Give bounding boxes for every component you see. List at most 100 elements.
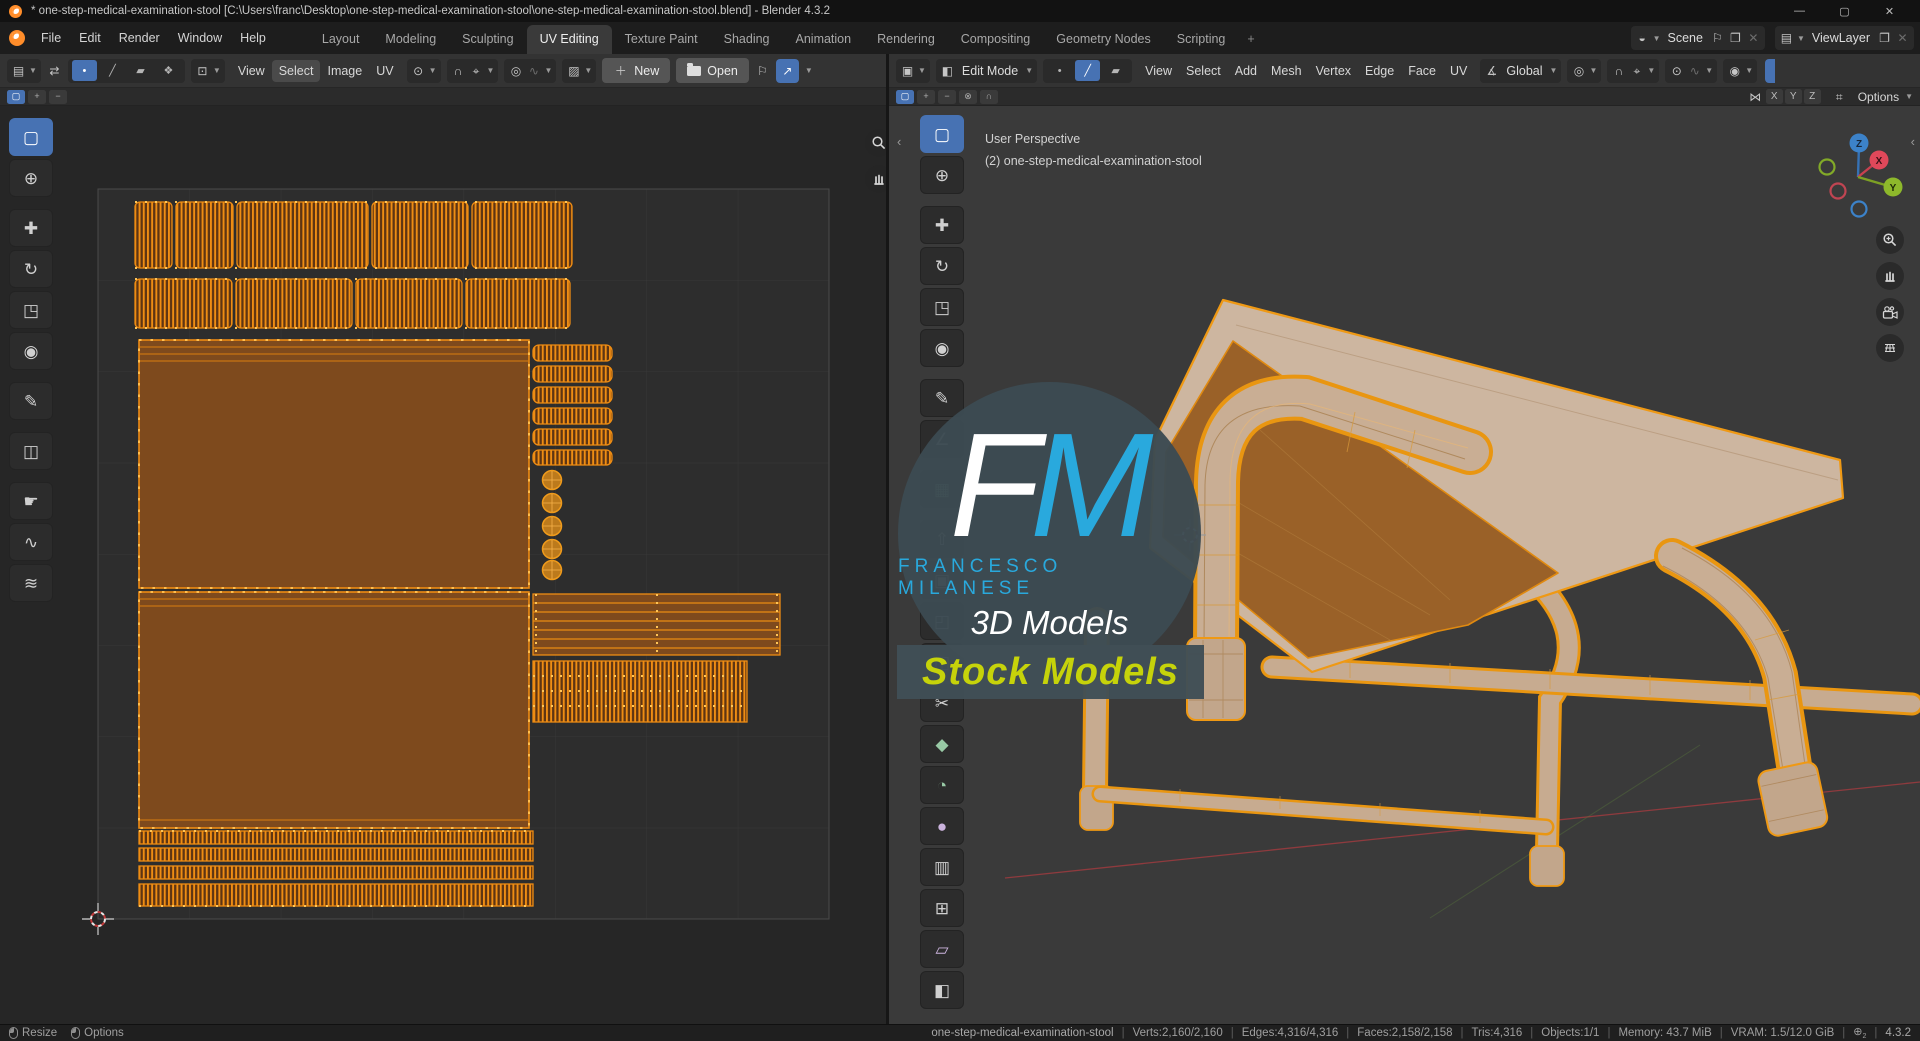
uv-island-band2[interactable] xyxy=(134,278,571,329)
uv-proportional-editing-group[interactable]: ◎ ∿ ▼ xyxy=(504,58,557,83)
collapse-arrow-left[interactable]: ‹ xyxy=(897,134,901,149)
tab-modeling[interactable]: Modeling xyxy=(372,25,449,54)
viewport-camera-button[interactable] xyxy=(1876,298,1904,326)
vp-menu-vertex[interactable]: Vertex xyxy=(1309,60,1358,82)
uv-pan-button[interactable] xyxy=(865,165,886,193)
vp-tool-move[interactable]: ✚ xyxy=(920,206,964,244)
viewport-editor-type-dropdown[interactable]: ▣ ▼ xyxy=(896,58,930,83)
gizmo-minus-x-ball[interactable] xyxy=(1829,182,1847,200)
uv-snapping-group[interactable]: ∩ ⌖ ▼ xyxy=(446,58,499,83)
uv-tool-rip-region[interactable]: ◫ xyxy=(9,432,53,470)
viewport-pan-button[interactable] xyxy=(1876,262,1904,290)
uv-select-mode-face[interactable]: ▰ xyxy=(128,60,153,81)
scene-selector[interactable]: ◒ ▼ Scene ⚐ ❐ ✕ xyxy=(1630,26,1765,50)
uv-sticky-selection-dropdown[interactable]: ⊡ ▼ xyxy=(190,58,225,83)
uv-tool-relax[interactable]: ∿ xyxy=(9,523,53,561)
close-button[interactable]: ✕ xyxy=(1867,0,1912,22)
uv-canvas[interactable]: ▢ ⊕ ✚ ↻ ◳ ◉ ✎ ◫ ☛ ∿ ≋ xyxy=(0,106,886,1024)
stool-model[interactable] xyxy=(1079,298,1920,887)
uv-pivot-dropdown[interactable]: ⊙ ▼ xyxy=(406,58,441,83)
view-layer-selector[interactable]: ▤ ▼ ViewLayer ❐ ✕ xyxy=(1774,26,1914,50)
menu-file[interactable]: File xyxy=(32,26,70,50)
proportional-editing-group[interactable]: ⊙ ∿ ▼ xyxy=(1665,58,1718,83)
navigation-gizmo[interactable]: Z X Y xyxy=(1814,131,1906,223)
new-view-layer-icon[interactable]: ❐ xyxy=(1877,32,1892,44)
tab-compositing[interactable]: Compositing xyxy=(948,25,1043,54)
tab-animation[interactable]: Animation xyxy=(783,25,865,54)
vp-tool-transform[interactable]: ◉ xyxy=(920,329,964,367)
menu-render[interactable]: Render xyxy=(110,26,169,50)
minimize-button[interactable]: — xyxy=(1777,0,1822,22)
network-icon[interactable]: ⊕2 xyxy=(1853,1025,1866,1040)
tab-shading[interactable]: Shading xyxy=(711,25,783,54)
uv-select-mode-edge[interactable]: ╱ xyxy=(100,60,125,81)
uv-menu-select[interactable]: Select xyxy=(271,59,321,82)
uv-tool-scale[interactable]: ◳ xyxy=(9,291,53,329)
mode-dropdown[interactable]: ◧ Edit Mode ▼ xyxy=(935,58,1038,83)
menu-edit[interactable]: Edit xyxy=(70,26,110,50)
new-scene-icon[interactable]: ❐ xyxy=(1728,32,1743,44)
uv-island-bottom-bars[interactable] xyxy=(138,830,534,907)
options-dropdown[interactable]: Options xyxy=(1858,90,1899,104)
overlays-toggle[interactable] xyxy=(1765,58,1776,83)
uv-menu-view[interactable]: View xyxy=(231,60,272,82)
vp-menu-view[interactable]: View xyxy=(1138,60,1179,82)
mirror-x-toggle[interactable]: X xyxy=(1765,89,1783,104)
scene-name[interactable]: Scene xyxy=(1663,31,1706,45)
vp-tool-rip-region[interactable]: ◧ xyxy=(920,971,964,1009)
vp-menu-mesh[interactable]: Mesh xyxy=(1264,60,1309,82)
tab-rendering[interactable]: Rendering xyxy=(864,25,948,54)
uv-island-band-a[interactable] xyxy=(532,593,781,656)
vp-tool-shrink-fatten[interactable]: ⊞ xyxy=(920,889,964,927)
viewport-grid-button[interactable] xyxy=(1876,334,1904,362)
uv-tool-mode-subtract[interactable]: − xyxy=(49,89,67,104)
vp-tool-mode-set[interactable]: ▢ xyxy=(896,89,914,104)
uv-gizmos-toggle[interactable]: ↗ xyxy=(775,58,799,83)
vp-tool-smooth[interactable]: ● xyxy=(920,807,964,845)
blender-menu-icon[interactable] xyxy=(8,29,26,47)
uv-tool-rotate[interactable]: ↻ xyxy=(9,250,53,288)
vp-tool-mode-intersect[interactable]: ∩ xyxy=(980,89,998,104)
transform-orientation-dropdown[interactable]: ∡ Global ▼ xyxy=(1480,58,1562,83)
uv-tool-2d-cursor[interactable]: ⊕ xyxy=(9,159,53,197)
snapping-group[interactable]: ∩ ⌖ ▼ xyxy=(1607,58,1660,83)
uv-island-band1[interactable] xyxy=(134,201,573,269)
vp-select-mode-face[interactable]: ▰ xyxy=(1103,60,1128,81)
uv-select-mode-vertex[interactable]: • xyxy=(71,60,97,81)
menu-help[interactable]: Help xyxy=(231,26,275,50)
vp-tool-mode-invert[interactable]: ⊗ xyxy=(959,89,977,104)
vp-tool-select-box[interactable]: ▢ xyxy=(920,115,964,153)
uv-select-mode-island[interactable]: ❖ xyxy=(156,60,181,81)
uv-editor-type-dropdown[interactable]: ▤ ▼ xyxy=(7,58,41,83)
maximize-button[interactable]: ▢ xyxy=(1822,0,1867,22)
menu-window[interactable]: Window xyxy=(169,26,231,50)
tab-sculpting[interactable]: Sculpting xyxy=(449,25,526,54)
view-layer-name[interactable]: ViewLayer xyxy=(1808,31,1874,45)
tab-texture-paint[interactable]: Texture Paint xyxy=(612,25,711,54)
vp-select-mode-edge[interactable]: ╱ xyxy=(1075,60,1101,81)
uv-menu-image[interactable]: Image xyxy=(320,60,369,82)
uv-island-seat-bottom[interactable] xyxy=(138,591,530,829)
uv-tool-pinch[interactable]: ≋ xyxy=(9,564,53,602)
uv-tool-select-box[interactable]: ▢ xyxy=(9,118,53,156)
uv-tool-mode-set[interactable]: ▢ xyxy=(7,89,25,104)
gizmo-minus-y-ball[interactable] xyxy=(1818,158,1836,176)
uv-tool-move[interactable]: ✚ xyxy=(9,209,53,247)
vp-menu-edge[interactable]: Edge xyxy=(1358,60,1401,82)
image-browse-dropdown[interactable]: ▨ ▼ xyxy=(562,58,597,83)
vp-select-mode-vertex[interactable]: • xyxy=(1047,60,1072,81)
uv-island-band-b[interactable] xyxy=(532,660,748,723)
tab-scripting[interactable]: Scripting xyxy=(1164,25,1239,54)
vp-tool-poly-build[interactable]: ◆ xyxy=(920,725,964,763)
uv-tool-transform[interactable]: ◉ xyxy=(9,332,53,370)
vp-tool-shear[interactable]: ▱ xyxy=(920,930,964,968)
tab-uv-editing[interactable]: UV Editing xyxy=(526,25,612,54)
tab-add-workspace[interactable]: + xyxy=(1238,25,1263,54)
pin-icon[interactable]: ⚐ xyxy=(755,65,770,77)
mirror-y-toggle[interactable]: Y xyxy=(1784,89,1802,104)
vp-tool-3d-cursor[interactable]: ⊕ xyxy=(920,156,964,194)
vp-menu-uv[interactable]: UV xyxy=(1443,60,1474,82)
gizmo-minus-z-ball[interactable] xyxy=(1850,200,1868,218)
vp-tool-rotate[interactable]: ↻ xyxy=(920,247,964,285)
uv-zoom-button[interactable] xyxy=(865,129,886,157)
